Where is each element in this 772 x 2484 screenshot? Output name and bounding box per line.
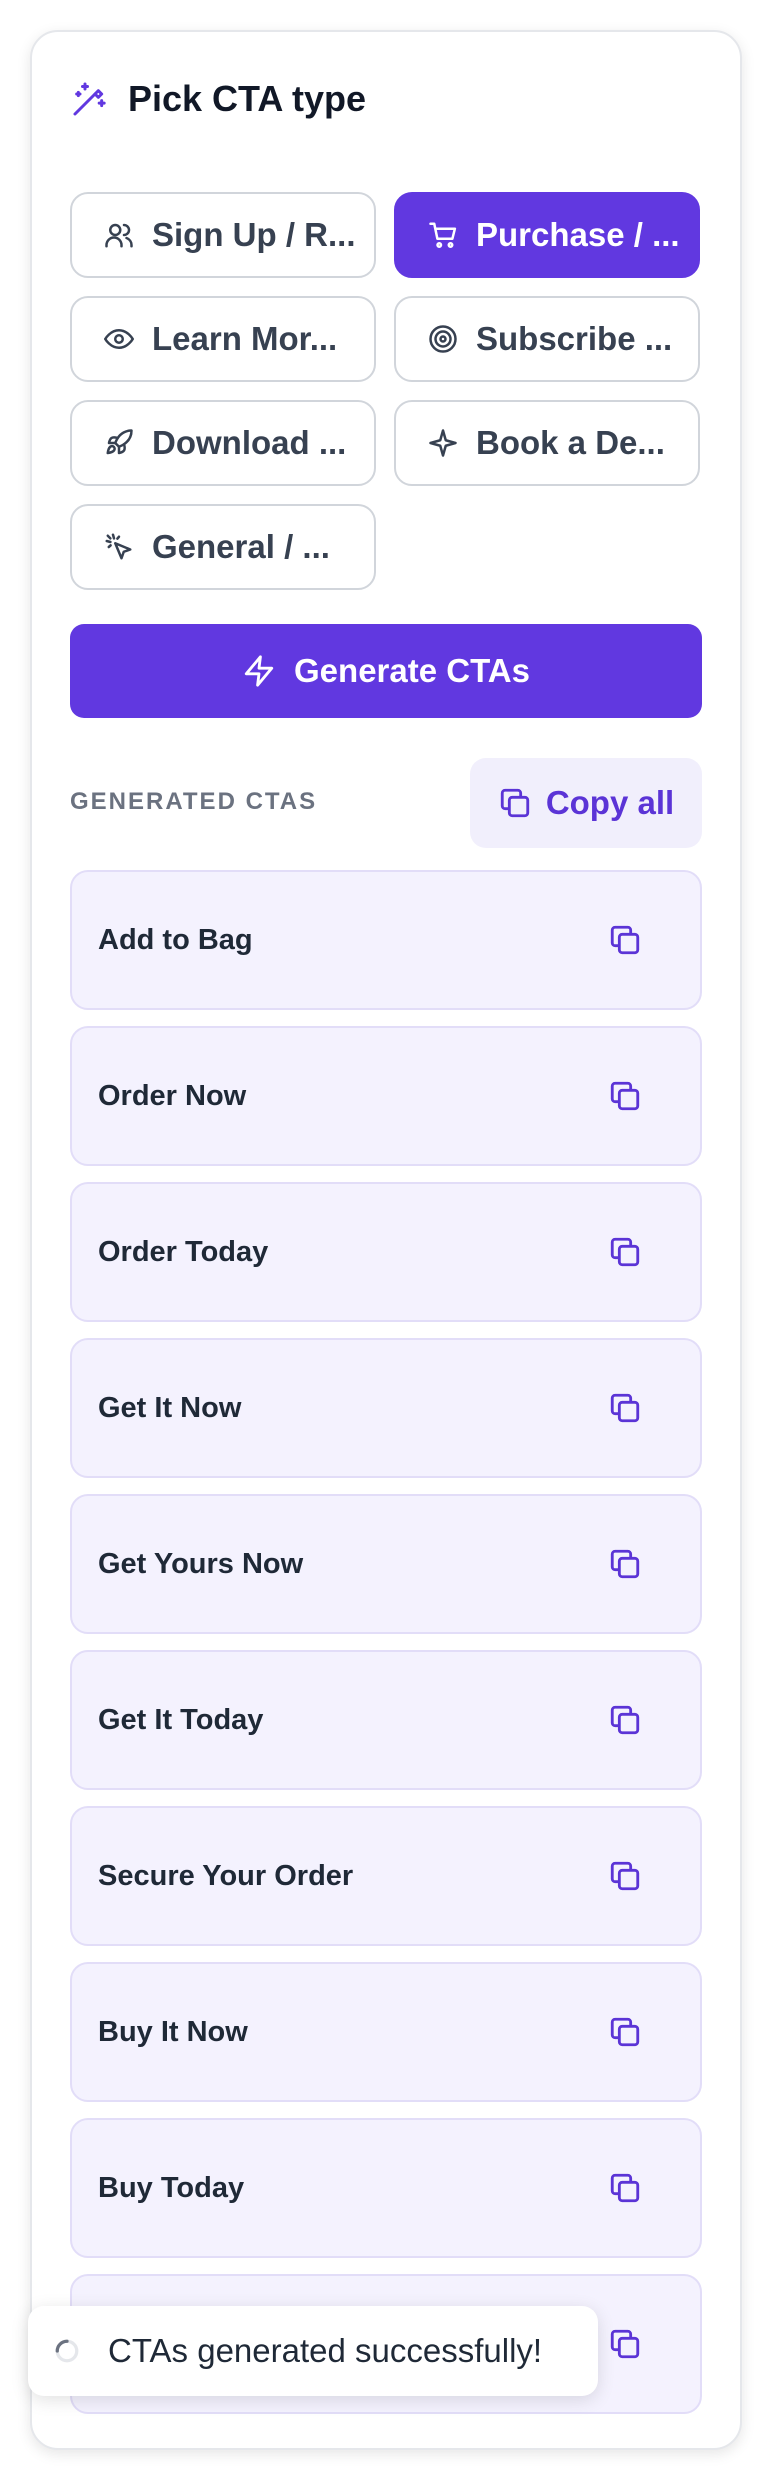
copy-icon[interactable] <box>608 2171 642 2205</box>
copy-icon[interactable] <box>608 923 642 957</box>
cta-type-label: Download ... <box>152 424 347 461</box>
cta-type-book-demo-button[interactable]: Book a De... <box>394 400 700 486</box>
cta-result-text: Get Yours Now <box>98 1547 304 1580</box>
users-icon <box>104 220 134 250</box>
cta-type-download-button[interactable]: Download ... <box>70 400 376 486</box>
copy-icon[interactable] <box>608 1547 642 1581</box>
pointer-click-icon <box>104 532 134 562</box>
cta-result-item: Add to Bag <box>70 870 702 1010</box>
cta-type-purchase-button[interactable]: Purchase / ... <box>394 192 700 278</box>
sparkle-icon <box>428 428 458 458</box>
page-title: Pick CTA type <box>128 78 367 119</box>
cta-result-text: Buy Today <box>98 2171 245 2204</box>
cta-type-label: Book a De... <box>476 424 665 461</box>
generated-cta-list: Add to Bag Order Now Order Today Get It … <box>70 870 702 2430</box>
cta-result-text: Add to Bag <box>98 923 253 956</box>
cta-type-signup-button[interactable]: Sign Up / R... <box>70 192 376 278</box>
cta-generator-card: Pick CTA type Sign Up / R... Purchase / … <box>30 30 742 2450</box>
target-icon <box>428 324 458 354</box>
copy-icon[interactable] <box>608 1235 642 1269</box>
cta-result-text: Order Now <box>98 1079 247 1112</box>
eye-icon <box>104 324 134 354</box>
toast-message: CTAs generated successfully! <box>108 2332 543 2369</box>
cta-result-item: Order Now <box>70 1026 702 1166</box>
copy-icon <box>498 786 532 820</box>
cta-type-label: General / ... <box>152 528 330 565</box>
cta-type-subscribe-button[interactable]: Subscribe ... <box>394 296 700 382</box>
cta-result-item: Get It Now <box>70 1338 702 1478</box>
cta-result-text: Get It Today <box>98 1703 264 1736</box>
copy-icon[interactable] <box>608 1079 642 1113</box>
card-header: Pick CTA type <box>70 78 366 120</box>
copy-all-label: Copy all <box>545 784 675 821</box>
generate-button-label: Generate CTAs <box>294 652 530 689</box>
cart-icon <box>428 220 458 250</box>
cta-type-label: Purchase / ... <box>476 216 680 253</box>
copy-icon[interactable] <box>608 2327 642 2361</box>
cta-result-item: Buy It Now <box>70 1962 702 2102</box>
generate-ctas-button[interactable]: Generate CTAs <box>70 624 702 718</box>
cta-result-item: Order Today <box>70 1182 702 1322</box>
cta-type-label: Learn Mor... <box>152 320 338 357</box>
magic-wand-icon <box>70 79 110 119</box>
cta-type-grid: Sign Up / R... Purchase / ... Learn Mor.… <box>70 192 702 590</box>
cta-result-item: Secure Your Order <box>70 1806 702 1946</box>
copy-all-button[interactable]: Copy all <box>470 758 702 848</box>
cta-result-text: Get It Now <box>98 1391 242 1424</box>
results-section-label: GENERATED CTAS <box>70 788 318 815</box>
success-toast: CTAs generated successfully! <box>28 2306 598 2396</box>
cta-result-item: Buy Today <box>70 2118 702 2258</box>
cta-type-learn-more-button[interactable]: Learn Mor... <box>70 296 376 382</box>
rocket-icon <box>104 428 134 458</box>
copy-icon[interactable] <box>608 1391 642 1425</box>
cta-type-label: Subscribe ... <box>476 320 673 357</box>
cta-result-text: Buy It Now <box>98 2015 248 2048</box>
copy-icon[interactable] <box>608 2015 642 2049</box>
cta-type-label: Sign Up / R... <box>152 216 356 253</box>
cta-result-item: Get It Today <box>70 1650 702 1790</box>
loading-spinner-icon <box>54 2338 80 2364</box>
cta-result-text: Secure Your Order <box>98 1859 354 1892</box>
lightning-icon <box>242 654 276 688</box>
cta-result-item: Get Yours Now <box>70 1494 702 1634</box>
cta-type-general-button[interactable]: General / ... <box>70 504 376 590</box>
cta-result-text: Order Today <box>98 1235 269 1268</box>
copy-icon[interactable] <box>608 1703 642 1737</box>
copy-icon[interactable] <box>608 1859 642 1893</box>
